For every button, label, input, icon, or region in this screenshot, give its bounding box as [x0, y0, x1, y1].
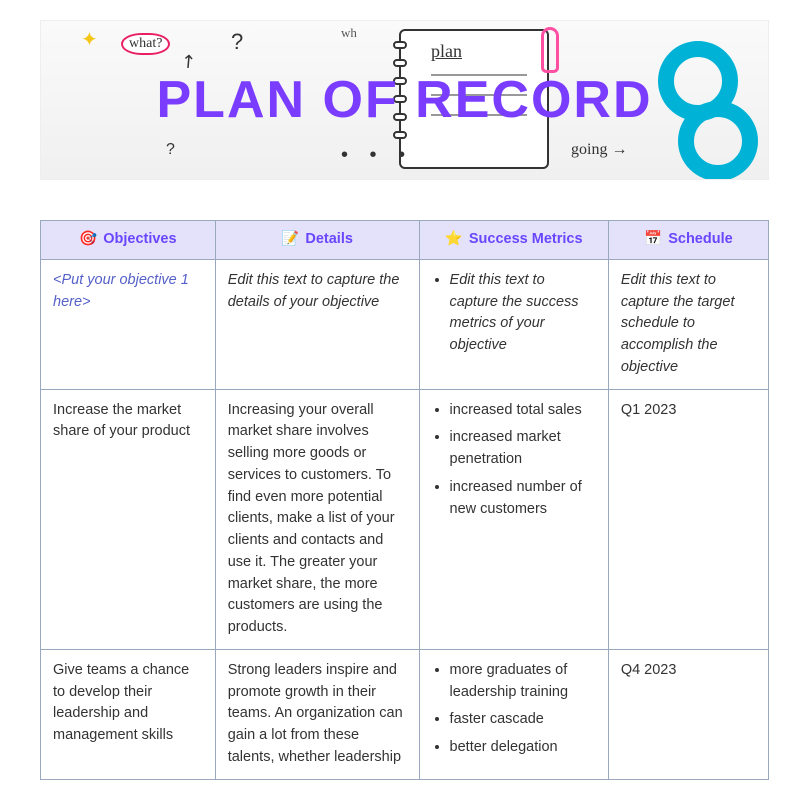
question-mark-icon: ? — [166, 141, 175, 159]
star-doodle-icon: ✦ — [81, 27, 98, 52]
notebook-word: plan — [431, 41, 547, 62]
cell-details[interactable]: Increasing your overall market share inv… — [215, 389, 419, 649]
table-header-row: 🎯 Objectives 📝 Details ⭐ Success Metrics 📅 S… — [41, 221, 769, 260]
paperclip-icon — [541, 27, 559, 73]
cell-schedule[interactable]: Q4 2023 — [608, 649, 768, 779]
table-row[interactable]: Give teams a chance to develop their lea… — [41, 649, 769, 779]
cell-details[interactable]: Strong leaders inspire and promote growt… — [215, 649, 419, 779]
col-label: Details — [305, 231, 353, 247]
going-doodle: going — [571, 141, 627, 159]
wh-doodle: wh — [341, 25, 357, 41]
col-label: Objectives — [103, 231, 176, 247]
memo-icon: 📝 — [281, 231, 299, 247]
cell-metrics[interactable]: more graduates of leadership training fas… — [419, 649, 608, 779]
cell-objective[interactable]: Give teams a chance to develop their lea… — [41, 649, 216, 779]
table-body: <Put your objective 1 here>Edit this tex… — [41, 259, 769, 779]
metric-item: increased total sales — [450, 400, 596, 422]
col-objectives: 🎯 Objectives — [41, 221, 216, 260]
metric-item: increased market penetration — [450, 427, 596, 471]
table-row[interactable]: Increase the market share of your produc… — [41, 389, 769, 649]
cell-metrics[interactable]: increased total sales increased market pe… — [419, 389, 608, 649]
metric-item: faster cascade — [450, 709, 596, 731]
metric-item: Edit this text to capture the success me… — [450, 270, 596, 357]
col-details: 📝 Details — [215, 221, 419, 260]
target-icon: 🎯 — [79, 231, 97, 247]
plan-table: 🎯 Objectives 📝 Details ⭐ Success Metrics 📅 S… — [40, 220, 769, 780]
banner-image: ✦ what? ↗ ? ? wh plan going • • • PLAN O… — [40, 20, 769, 180]
cell-objective[interactable]: <Put your objective 1 here> — [41, 259, 216, 389]
cell-objective[interactable]: Increase the market share of your produc… — [41, 389, 216, 649]
star-icon: ⭐ — [445, 231, 463, 247]
what-doodle: what? — [121, 33, 170, 55]
col-schedule: 📅 Schedule — [608, 221, 768, 260]
calendar-icon: 📅 — [644, 231, 662, 247]
page-title: PLAN OF RECORD — [157, 70, 653, 130]
col-label: Schedule — [668, 231, 732, 247]
cell-details[interactable]: Edit this text to capture the details of… — [215, 259, 419, 389]
cell-schedule[interactable]: Q1 2023 — [608, 389, 768, 649]
scissors-icon — [648, 31, 769, 180]
table-row[interactable]: <Put your objective 1 here>Edit this tex… — [41, 259, 769, 389]
col-label: Success Metrics — [469, 231, 583, 247]
metric-item: increased number of new customers — [450, 477, 596, 521]
col-metrics: ⭐ Success Metrics — [419, 221, 608, 260]
dots-doodle: • • • — [341, 144, 413, 167]
cell-schedule[interactable]: Edit this text to capture the target sch… — [608, 259, 768, 389]
question-mark-icon: ? — [231, 29, 243, 55]
metric-item: better delegation — [450, 737, 596, 759]
metric-item: more graduates of leadership training — [450, 660, 596, 704]
cell-metrics[interactable]: Edit this text to capture the success me… — [419, 259, 608, 389]
